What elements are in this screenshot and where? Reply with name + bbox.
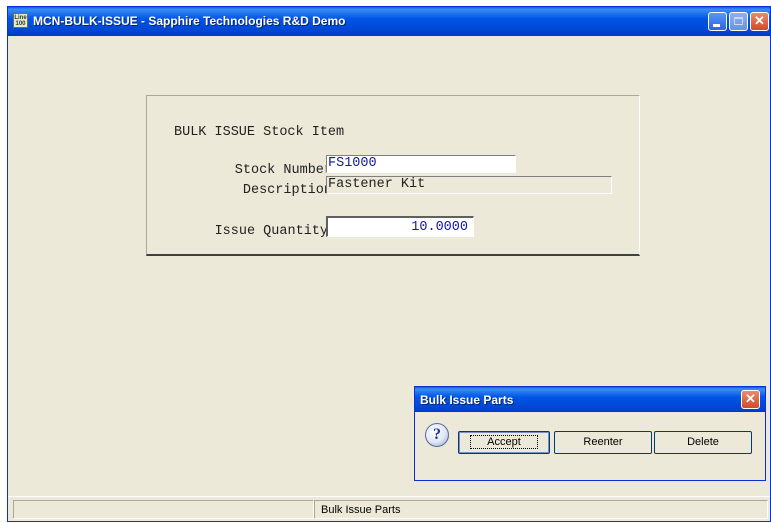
stock-number-label: Stock Number: [234, 163, 332, 178]
status-panel-message: Bulk Issue Parts: [314, 500, 768, 519]
maximize-button[interactable]: [729, 12, 748, 31]
delete-button[interactable]: Delete: [654, 431, 752, 454]
title-bar[interactable]: Line 100 MCN-BULK-ISSUE - Sapphire Techn…: [8, 7, 770, 36]
form-heading: BULK ISSUE Stock Item: [174, 125, 345, 140]
accept-button[interactable]: Accept: [458, 431, 550, 454]
app-icon: Line 100: [13, 13, 28, 28]
dialog-close-button[interactable]: ✕: [741, 390, 760, 409]
issue-quantity-label: Issue Quantity: [214, 224, 328, 239]
close-button[interactable]: ✕: [750, 12, 769, 31]
status-panel-left: [13, 500, 314, 519]
dialog-title-bar[interactable]: Bulk Issue Parts ✕: [415, 387, 765, 412]
bulk-issue-dialog: Bulk Issue Parts ✕ ? Accept Reenter Dele…: [414, 386, 766, 481]
window-title: MCN-BULK-ISSUE - Sapphire Technologies R…: [33, 14, 346, 28]
status-message: Bulk Issue Parts: [321, 504, 401, 516]
question-icon: ?: [425, 423, 449, 447]
stock-number-input[interactable]: FS1000: [326, 155, 516, 173]
issue-quantity-input[interactable]: 10.0000: [326, 216, 474, 237]
description-field: Fastener Kit: [326, 176, 612, 194]
minimize-button[interactable]: [708, 12, 727, 31]
description-label: Description: [242, 183, 332, 198]
status-bar: Bulk Issue Parts: [8, 496, 770, 523]
dialog-title: Bulk Issue Parts: [420, 393, 514, 407]
accept-button-label: Accept: [470, 435, 538, 449]
reenter-button[interactable]: Reenter: [554, 431, 652, 454]
